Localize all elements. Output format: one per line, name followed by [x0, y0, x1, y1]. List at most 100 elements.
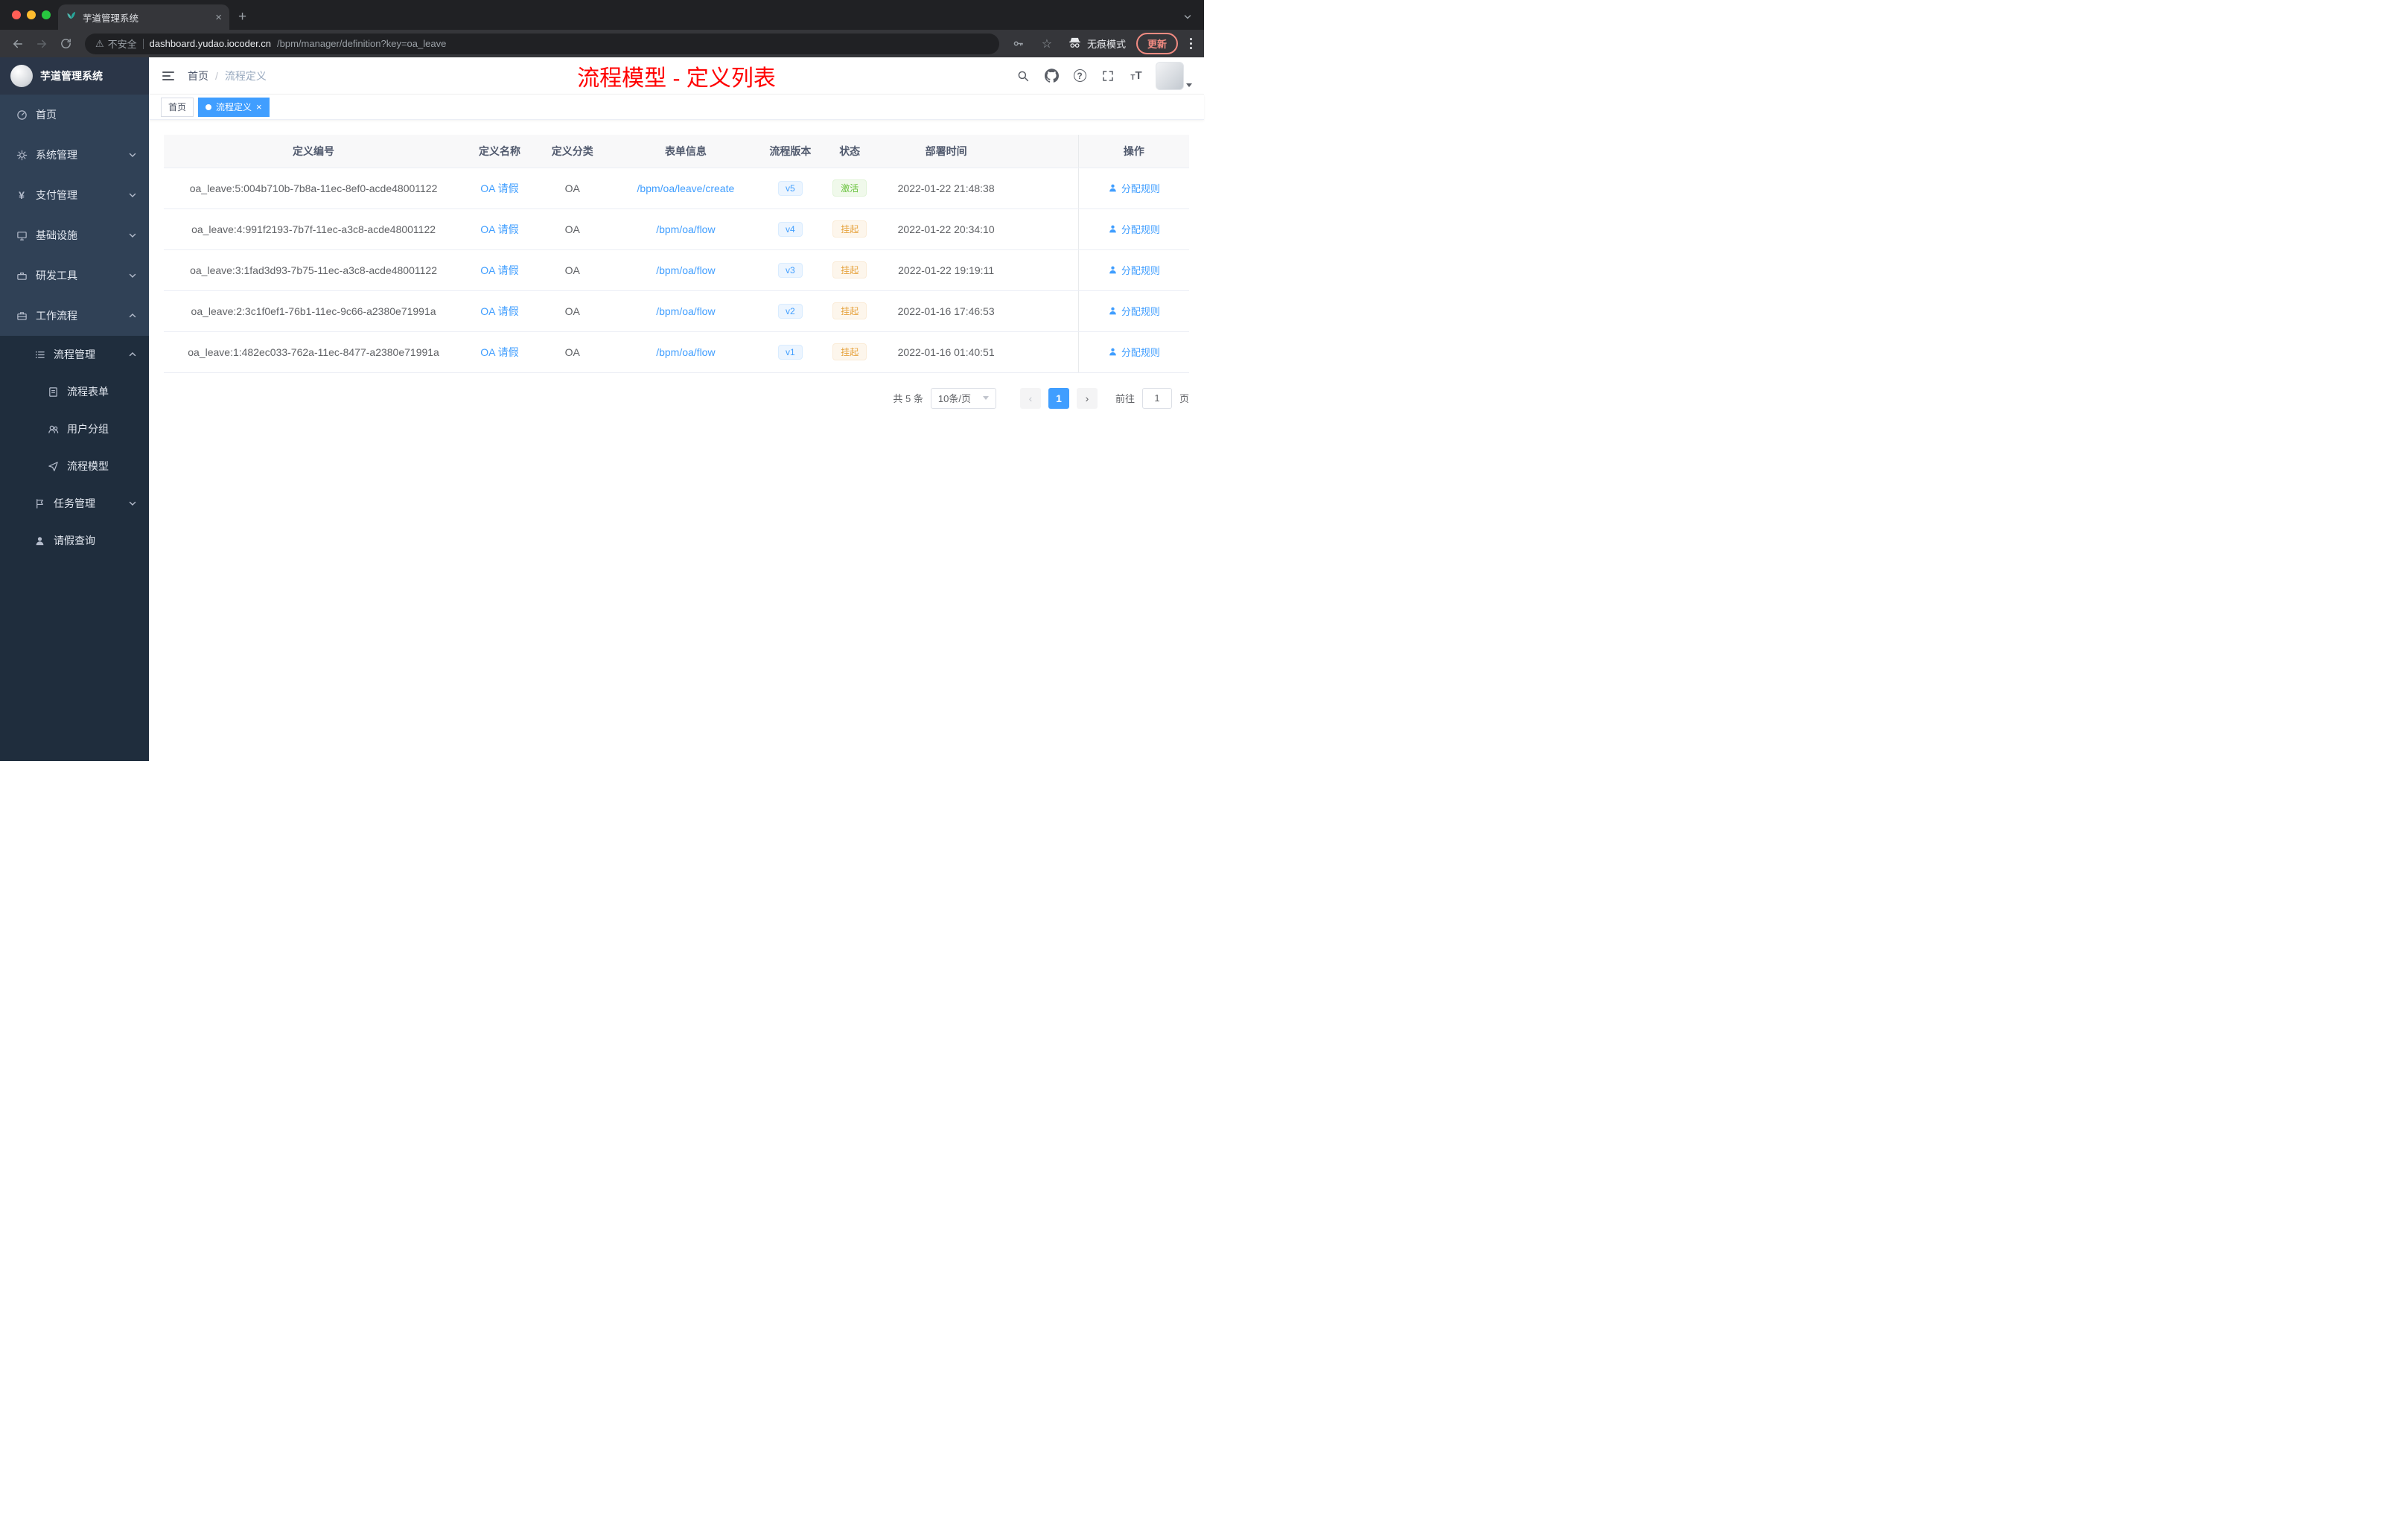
page-size-value: 10条/页 — [937, 393, 971, 404]
tag-home[interactable]: 首页 — [161, 97, 194, 117]
filler-cell — [1010, 331, 1079, 373]
navbar: 首页 / 流程定义 流程模型 - 定义列表 ? TT — [149, 57, 1204, 95]
sidebar-item-user-group[interactable]: 用户分组 — [0, 410, 149, 448]
version-badge: v2 — [778, 303, 803, 319]
table-row: oa_leave:2:3c1f0ef1-76b1-11ec-9c66-a2380… — [164, 290, 1189, 332]
chevron-up-icon — [128, 311, 137, 320]
chevron-down-icon — [128, 271, 137, 280]
sidebar-item-leave-query[interactable]: 请假查询 — [0, 522, 149, 559]
sidebar-menu: 首页 系统管理 ¥ 支付管理 基础设施 研发工具 工作流程 流程管理 流程表单 … — [0, 95, 149, 559]
person-icon — [33, 535, 46, 547]
sidebar-item-task-management[interactable]: 任务管理 — [0, 485, 149, 522]
status-badge: 挂起 — [832, 220, 867, 238]
warning-icon[interactable]: ⚠ 不安全 — [95, 36, 137, 51]
reload-icon[interactable] — [55, 34, 76, 54]
sidebar-item-label: 基础设施 — [36, 229, 77, 241]
user-menu[interactable] — [1156, 61, 1192, 90]
browser-tab[interactable]: 芋道管理系统 × — [58, 4, 229, 30]
breadcrumb-current: 流程定义 — [224, 69, 267, 82]
tag-label: 首页 — [168, 102, 187, 112]
url-bar[interactable]: ⚠ 不安全 dashboard.yudao.iocoder.cn/bpm/man… — [85, 33, 999, 54]
sidebar-item-process-model[interactable]: 流程模型 — [0, 448, 149, 485]
table-row: oa_leave:3:1fad3d93-7b75-11ec-a3c8-acde4… — [164, 249, 1189, 291]
update-button[interactable]: 更新 — [1135, 33, 1178, 54]
form-link[interactable]: /bpm/oa/flow — [656, 264, 715, 276]
page-size-select[interactable]: 10条/页 — [930, 387, 996, 409]
page-number-button[interactable]: 1 — [1048, 387, 1069, 409]
sidebar-item-label: 流程管理 — [54, 348, 95, 360]
sidebar-item-workflow[interactable]: 工作流程 — [0, 296, 149, 336]
version-badge: v5 — [778, 180, 803, 196]
question-icon[interactable]: ? — [1071, 69, 1089, 82]
definition-name-link[interactable]: OA 请假 — [480, 182, 518, 194]
active-dot-icon — [206, 104, 212, 110]
form-link[interactable]: /bpm/oa/flow — [656, 223, 715, 235]
github-icon[interactable] — [1042, 69, 1060, 83]
close-icon[interactable]: × — [256, 102, 262, 112]
table-row: oa_leave:4:991f2193-7b7f-11ec-a3c8-acde4… — [164, 208, 1189, 250]
definition-name-link[interactable]: OA 请假 — [480, 346, 518, 358]
assign-rule-link[interactable]: 分配规则 — [1108, 304, 1160, 318]
sidebar-item-label: 用户分组 — [67, 423, 109, 435]
tag-process-definition[interactable]: 流程定义 × — [198, 97, 270, 117]
version-badge: v1 — [778, 344, 803, 360]
font-size-icon[interactable]: TT — [1127, 69, 1145, 82]
incognito-label: 无痕模式 — [1086, 39, 1126, 50]
total-count: 共 5 条 — [893, 393, 923, 404]
user-icon — [1109, 307, 1116, 315]
back-icon[interactable] — [7, 34, 28, 54]
search-icon[interactable] — [1014, 69, 1032, 83]
close-tab-icon[interactable]: × — [215, 12, 222, 23]
assign-rule-link[interactable]: 分配规则 — [1108, 345, 1160, 359]
user-icon — [1109, 184, 1116, 192]
breadcrumb-home[interactable]: 首页 — [188, 69, 208, 83]
column-header-deployed-at: 部署时间 — [881, 135, 1011, 168]
screen: 芋道管理系统 × + ⚠ 不安全 dashboard.yudao.iocoder… — [0, 0, 1204, 761]
sidebar-item-label: 支付管理 — [36, 189, 77, 201]
sidebar-item-process-management[interactable]: 流程管理 — [0, 336, 149, 373]
prev-page-button[interactable]: ‹ — [1019, 387, 1041, 409]
assign-rule-link[interactable]: 分配规则 — [1108, 263, 1160, 277]
page-unit-label: 页 — [1179, 393, 1189, 404]
sidebar-item-devtools[interactable]: 研发工具 — [0, 255, 149, 296]
sidebar-logo[interactable]: 芋道管理系统 — [0, 57, 149, 95]
browser-toolbar: ⚠ 不安全 dashboard.yudao.iocoder.cn/bpm/man… — [0, 30, 1204, 57]
incognito-icon — [1068, 36, 1082, 52]
column-header-filler — [1010, 135, 1079, 168]
next-page-button[interactable]: › — [1076, 387, 1098, 409]
sidebar-item-payment[interactable]: ¥ 支付管理 — [0, 175, 149, 215]
incognito-indicator: 无痕模式 — [1068, 36, 1126, 52]
form-link[interactable]: /bpm/oa/flow — [656, 346, 715, 358]
assign-rule-link[interactable]: 分配规则 — [1108, 181, 1160, 195]
sidebar-item-system[interactable]: 系统管理 — [0, 135, 149, 175]
form-link[interactable]: /bpm/oa/flow — [656, 305, 715, 317]
status-badge: 激活 — [832, 179, 867, 197]
hamburger-icon[interactable] — [161, 69, 176, 83]
definition-name-link[interactable]: OA 请假 — [480, 305, 518, 317]
star-icon[interactable]: ☆ — [1036, 34, 1057, 54]
fullscreen-icon[interactable] — [1099, 69, 1117, 83]
maximize-window-button[interactable] — [42, 10, 51, 19]
form-link[interactable]: /bpm/oa/leave/create — [637, 182, 735, 194]
column-header-form: 表单信息 — [608, 135, 763, 168]
deployed-at: 2022-01-16 17:46:53 — [881, 290, 1011, 332]
key-icon[interactable] — [1008, 34, 1029, 54]
definition-name-link[interactable]: OA 请假 — [480, 223, 518, 235]
tab-search-icon[interactable] — [1183, 12, 1192, 25]
new-tab-icon[interactable]: + — [238, 10, 246, 24]
briefcase-icon — [15, 311, 28, 322]
definition-name-link[interactable]: OA 请假 — [480, 264, 518, 276]
close-window-button[interactable] — [12, 10, 21, 19]
goto-page-input[interactable] — [1141, 387, 1172, 409]
column-header-name: 定义名称 — [463, 135, 536, 168]
sidebar-item-home[interactable]: 首页 — [0, 95, 149, 135]
sidebar-item-process-form[interactable]: 流程表单 — [0, 373, 149, 410]
chevron-down-icon — [982, 396, 989, 400]
pagination: 共 5 条 10条/页 ‹ 1 › 前往 页 — [164, 387, 1189, 409]
minimize-window-button[interactable] — [27, 10, 36, 19]
assign-rule-link[interactable]: 分配规则 — [1108, 222, 1160, 236]
divider — [142, 38, 144, 49]
forward-icon[interactable] — [31, 34, 52, 54]
kebab-menu-icon[interactable] — [1185, 38, 1197, 49]
sidebar-item-infrastructure[interactable]: 基础设施 — [0, 215, 149, 255]
